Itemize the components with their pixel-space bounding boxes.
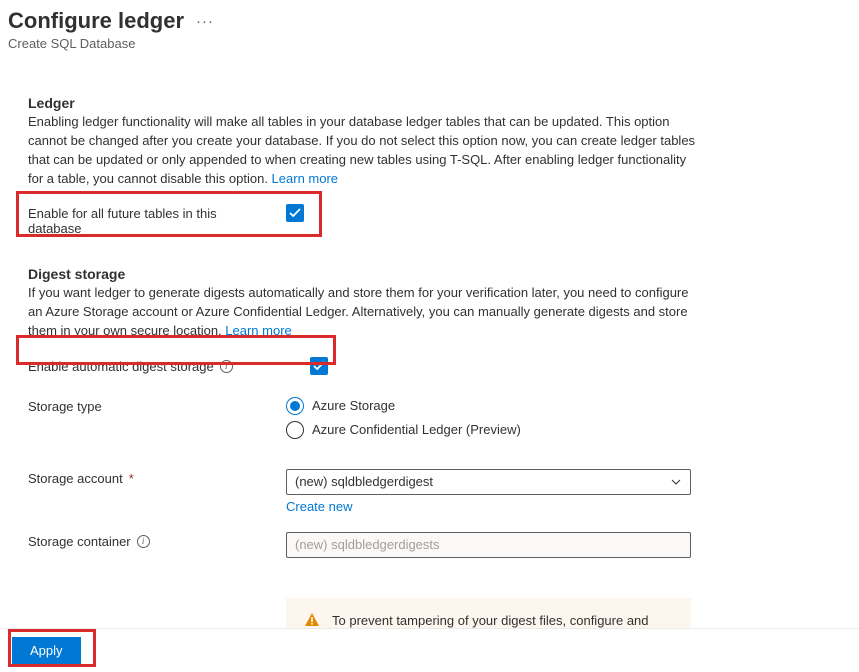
storage-container-placeholder: (new) sqldbledgerdigests <box>295 537 440 552</box>
breadcrumb: Create SQL Database <box>8 36 851 51</box>
ledger-learn-more-link[interactable]: Learn more <box>272 171 338 186</box>
digest-learn-more-link[interactable]: Learn more <box>225 323 291 338</box>
storage-container-label: Storage container <box>28 534 131 549</box>
footer-bar: Apply <box>0 628 859 672</box>
storage-type-label: Storage type <box>28 399 102 414</box>
warning-icon <box>304 612 320 628</box>
ledger-heading: Ledger <box>28 95 700 111</box>
radio-icon <box>286 397 304 415</box>
storage-account-dropdown[interactable]: (new) sqldbledgerdigest <box>286 469 691 495</box>
ledger-desc-text: Enabling ledger functionality will make … <box>28 114 695 186</box>
required-indicator: * <box>129 471 134 486</box>
radio-label-azure: Azure Storage <box>312 398 395 413</box>
apply-button[interactable]: Apply <box>12 637 81 664</box>
digest-desc-text: If you want ledger to generate digests a… <box>28 285 689 338</box>
storage-type-radio-azure[interactable]: Azure Storage <box>286 397 700 415</box>
storage-type-radio-acl[interactable]: Azure Confidential Ledger (Preview) <box>286 421 700 439</box>
check-icon <box>313 360 325 372</box>
check-icon <box>289 207 301 219</box>
radio-label-acl: Azure Confidential Ledger (Preview) <box>312 422 521 437</box>
storage-account-value: (new) sqldbledgerdigest <box>295 474 433 489</box>
digest-heading: Digest storage <box>28 266 700 282</box>
more-icon[interactable]: ··· <box>196 13 214 30</box>
enable-digest-checkbox[interactable] <box>310 357 328 375</box>
chevron-down-icon <box>670 476 682 488</box>
storage-container-input[interactable]: (new) sqldbledgerdigests <box>286 532 691 558</box>
digest-description: If you want ledger to generate digests a… <box>28 284 700 341</box>
create-new-link[interactable]: Create new <box>286 499 352 514</box>
enable-ledger-label: Enable for all future tables in this dat… <box>28 206 238 236</box>
storage-account-label: Storage account <box>28 471 123 486</box>
page-title: Configure ledger <box>8 8 184 34</box>
info-icon[interactable]: i <box>137 535 150 548</box>
enable-digest-label: Enable automatic digest storage <box>28 359 214 374</box>
info-icon[interactable]: i <box>220 360 233 373</box>
radio-icon <box>286 421 304 439</box>
enable-ledger-checkbox[interactable] <box>286 204 304 222</box>
ledger-description: Enabling ledger functionality will make … <box>28 113 700 188</box>
